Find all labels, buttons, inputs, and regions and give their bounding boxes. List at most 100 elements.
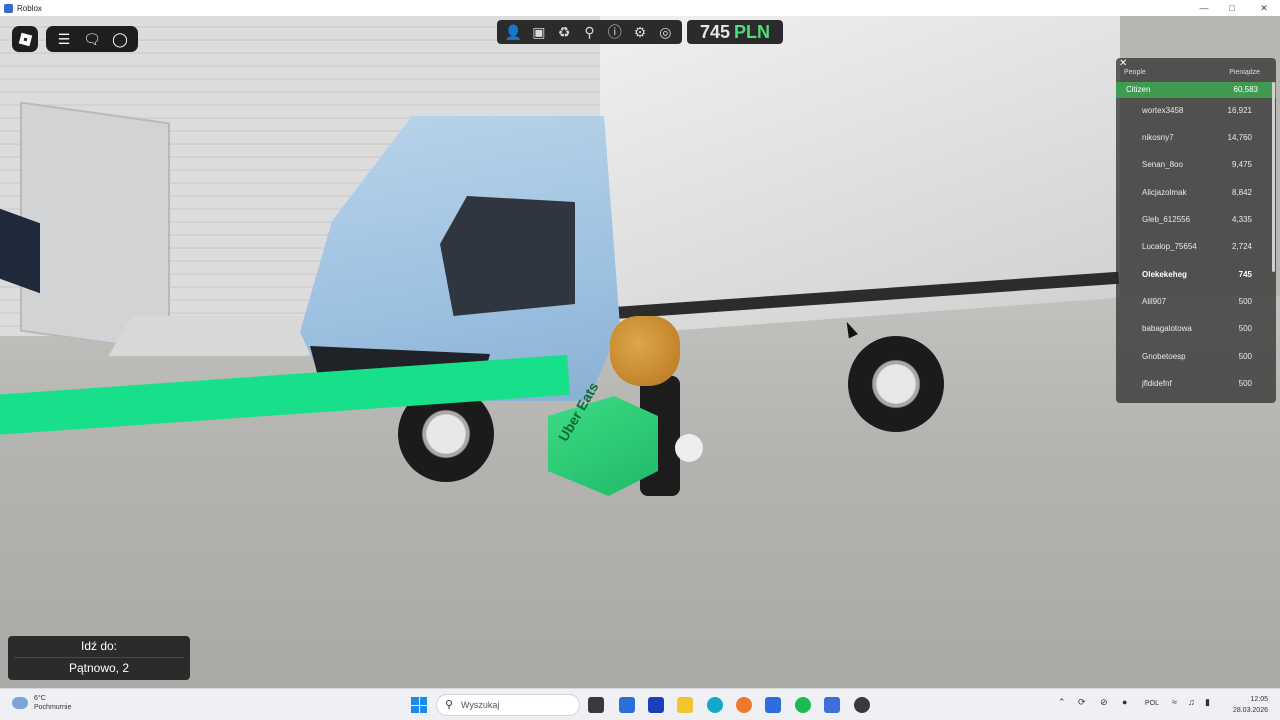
team-name: Citizen xyxy=(1126,85,1151,94)
clock-date: 28.03.2026 xyxy=(1232,707,1268,714)
game-toolbar: 👤 ▣ ♻ ⚲ ⓘ ⚙ ◎ xyxy=(497,20,682,44)
taskbar-search[interactable]: ⚲ Wyszukaj xyxy=(436,694,580,716)
player-money: 500 xyxy=(1238,297,1252,306)
player-money: 500 xyxy=(1238,352,1252,361)
language-indicator[interactable]: POL xyxy=(1145,700,1159,707)
money-display: 745 PLN xyxy=(687,20,783,44)
roblox-taskbar-icon[interactable] xyxy=(824,697,840,713)
cloud-icon xyxy=(12,697,28,709)
start-button[interactable] xyxy=(411,697,427,713)
player-money: 500 xyxy=(1238,324,1252,333)
store-icon[interactable] xyxy=(619,697,635,713)
leaderboard-row-local-player[interactable]: Olekekeheg 745 xyxy=(1116,264,1272,286)
truck-cab-window xyxy=(440,196,575,316)
leaderboard-row[interactable]: jfldidefnf 500 xyxy=(1116,373,1272,395)
player-name: Olekekeheg xyxy=(1142,270,1187,279)
search-icon: ⚲ xyxy=(445,699,454,711)
network-off-icon[interactable]: ⊘ xyxy=(1100,697,1108,708)
weather-temperature: 6°C xyxy=(34,695,46,702)
player-name: Lucalop_75654 xyxy=(1142,242,1197,251)
truck-rear-wheel xyxy=(848,336,944,432)
leaderboard-header: People Pieniądze xyxy=(1116,69,1276,81)
leaderboard-row[interactable]: Alil907 500 xyxy=(1116,291,1272,313)
player-name: Gnobetoesp xyxy=(1142,352,1186,361)
gear-icon[interactable]: ⚙ xyxy=(630,24,650,41)
leaderboard-row[interactable]: wortex3458 16,921 xyxy=(1116,100,1272,122)
player-name: wortex3458 xyxy=(1142,106,1184,115)
player-name: Gleb_612556 xyxy=(1142,215,1191,224)
destination-divider xyxy=(14,657,184,658)
leaderboard-row[interactable]: babagalotowa 500 xyxy=(1116,318,1272,340)
map-pin-icon[interactable]: ⚲ xyxy=(579,24,599,41)
headset-icon[interactable]: ◯ xyxy=(110,32,130,46)
roblox-logo-icon xyxy=(18,32,32,46)
close-window-button[interactable]: ✕ xyxy=(1248,0,1280,16)
leaderboard-row[interactable]: Senan_8oo 9,475 xyxy=(1116,154,1272,176)
hud-button-group: ☰ 🗨 ◯ xyxy=(46,26,138,52)
player-name: jfldidefnf xyxy=(1142,379,1172,388)
player-leaderboard: ✕ People Pieniądze Citizen 60,583 wortex… xyxy=(1116,58,1276,403)
person-icon[interactable]: 👤 xyxy=(504,24,524,41)
player-avatar-hand xyxy=(675,434,703,462)
destination-value: Pątnowo, 2 xyxy=(68,661,130,675)
window-titlebar: Roblox — □ ✕ xyxy=(0,0,1280,16)
chevron-up-icon[interactable]: ⌃ xyxy=(1058,697,1066,708)
player-money: 745 xyxy=(1238,270,1252,279)
team-value: 60,583 xyxy=(1233,85,1258,94)
microphone-icon[interactable]: ● xyxy=(1122,697,1127,707)
search-placeholder: Wyszukaj xyxy=(461,700,500,710)
leaderboard-row[interactable]: Gleb_612556 4,335 xyxy=(1116,209,1272,231)
player-money: 500 xyxy=(1238,379,1252,388)
sidewalk xyxy=(108,316,332,356)
leaderboard-scrollbar[interactable] xyxy=(1272,82,1275,272)
close-icon[interactable]: ✕ xyxy=(1119,58,1127,69)
maximize-button[interactable]: □ xyxy=(1216,0,1248,16)
app-b-icon[interactable] xyxy=(648,697,664,713)
game-viewport[interactable]: Uber Eats xyxy=(0,16,1280,688)
windows-logo-icon xyxy=(411,697,419,705)
edge-icon[interactable] xyxy=(707,697,723,713)
badge-icon[interactable]: ◎ xyxy=(655,24,675,41)
roblox-menu-button[interactable] xyxy=(12,26,38,52)
leaderboard-header-people: People xyxy=(1124,69,1146,76)
speaker-icon[interactable]: ♫ xyxy=(1188,697,1195,707)
roblox-app-icon xyxy=(4,3,13,13)
file-explorer-icon[interactable] xyxy=(677,697,693,713)
money-currency: PLN xyxy=(734,21,771,42)
player-name: Alicjazolmak xyxy=(1142,188,1187,197)
leaderboard-row[interactable]: Lucalop_75654 2,724 xyxy=(1116,236,1272,258)
leaderboard-header-money: Pieniądze xyxy=(1229,69,1260,76)
player-money: 14,760 xyxy=(1227,133,1252,142)
hamburger-icon[interactable]: ☰ xyxy=(54,32,74,46)
backpack-icon[interactable]: ▣ xyxy=(529,24,549,41)
info-icon[interactable]: ⓘ xyxy=(605,22,625,42)
garage-door xyxy=(20,101,170,353)
sync-icon[interactable]: ⟳ xyxy=(1078,697,1086,708)
weather-widget[interactable]: 6°C Pochmurnie xyxy=(12,694,71,712)
player-money: 8,842 xyxy=(1231,188,1252,197)
destination-label: Idź do: xyxy=(80,639,118,653)
taskbar-clock[interactable]: 12:05 28.03.2026 xyxy=(1233,694,1268,716)
windows-taskbar: 6°C Pochmurnie ⚲ Wyszukaj ⌃ ⟳ ⊘ ● POL ≈ … xyxy=(0,688,1280,720)
battery-icon[interactable]: ▮ xyxy=(1205,697,1210,708)
player-name: babagalotowa xyxy=(1142,324,1192,333)
trophy-icon[interactable]: ♻ xyxy=(554,24,574,41)
task-view-icon[interactable] xyxy=(588,697,604,713)
clock-time: 12:05 xyxy=(1250,696,1268,703)
leaderboard-row[interactable]: nikosny7 14,760 xyxy=(1116,127,1272,149)
player-money: 2,724 xyxy=(1231,242,1252,251)
dropbox-icon[interactable] xyxy=(765,697,781,713)
firefox-icon[interactable] xyxy=(736,697,752,713)
player-money: 4,335 xyxy=(1231,215,1252,224)
leaderboard-row[interactable]: Alicjazolmak 8,842 xyxy=(1116,182,1272,204)
leaderboard-row[interactable]: Gnobetoesp 500 xyxy=(1116,346,1272,368)
wifi-icon[interactable]: ≈ xyxy=(1172,697,1177,707)
roblox-studio-icon[interactable] xyxy=(854,697,870,713)
leaderboard-team-row[interactable]: Citizen 60,583 xyxy=(1116,82,1276,98)
chat-icon[interactable]: 🗨 xyxy=(82,32,102,46)
spotify-icon[interactable] xyxy=(795,697,811,713)
destination-panel: Idź do: Pątnowo, 2 xyxy=(8,636,190,680)
weather-description: Pochmurnie xyxy=(34,704,72,711)
building-window xyxy=(0,208,40,294)
player-avatar-hair xyxy=(610,316,680,386)
